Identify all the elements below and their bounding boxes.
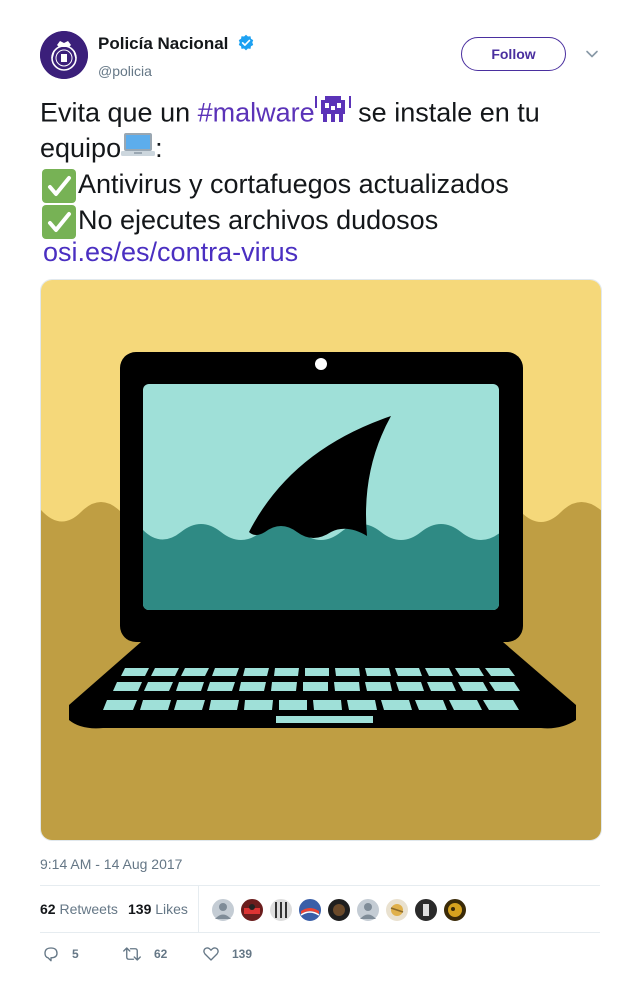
retweet-icon [123, 947, 141, 961]
like-count: 139 [232, 947, 253, 961]
avatar[interactable] [239, 897, 265, 923]
tweet-text: Evita que un #malware se instale en tu e… [40, 94, 620, 270]
tweet-line-4: No ejecutes archivos dudosos [40, 202, 620, 239]
hashtag-link[interactable]: #malware [198, 98, 315, 128]
police-crest-icon [40, 31, 88, 79]
reply-count: 5 [72, 947, 79, 961]
like-button[interactable]: 139 [202, 944, 252, 964]
display-name[interactable]: Policía Nacional [98, 35, 228, 52]
avatar[interactable] [384, 897, 410, 923]
avatar[interactable] [297, 897, 323, 923]
likes-count: 139 [128, 901, 152, 917]
tweet-actions: 5 62 139 [40, 944, 600, 964]
avatar[interactable] [413, 897, 439, 923]
space-invader-icon [314, 94, 351, 135]
avatar[interactable] [268, 897, 294, 923]
account-name-block: Policía Nacional @policia [98, 34, 255, 79]
check-mark-icon [42, 204, 76, 239]
tweet-checklist-item: No ejecutes archivos dudosos [78, 205, 439, 235]
avatar[interactable] [355, 897, 381, 923]
laptop-icon [121, 131, 156, 168]
engagement-stats: 62 Retweets 139 Likes [40, 885, 600, 933]
avatar[interactable] [442, 897, 468, 923]
url-link[interactable]: osi.es/es/contra-virus [40, 237, 298, 267]
likes-stat[interactable]: 139 Likes [128, 901, 188, 917]
tweet-line-3: Antivirus y cortafuegos actualizados [40, 166, 620, 203]
likes-label: Likes [155, 901, 188, 917]
heart-icon [203, 947, 219, 961]
retweets-count: 62 [40, 901, 56, 917]
avatar[interactable] [210, 897, 236, 923]
check-mark-icon [42, 168, 76, 203]
stats-divider [198, 886, 199, 933]
reply-icon [44, 947, 58, 962]
chevron-down-icon[interactable] [585, 47, 599, 61]
retweet-count: 62 [154, 947, 168, 961]
follow-button[interactable]: Follow [461, 37, 566, 71]
tweet-text-segment: : [155, 133, 163, 163]
verified-badge-icon [237, 34, 255, 52]
tweet-line-1: Evita que un #malware se instale en tu [40, 94, 620, 130]
reply-button[interactable]: 5 [42, 944, 79, 964]
handle[interactable]: @policia [98, 63, 255, 79]
tweet-text-segment: equipo [40, 133, 122, 163]
tweet-line-5: osi.es/es/contra-virus [40, 234, 620, 270]
laptop-shark-fin-illustration [41, 280, 601, 840]
tweet-line-2: equipo : [40, 130, 620, 166]
avatar[interactable] [326, 897, 352, 923]
retweets-stat[interactable]: 62 Retweets [40, 901, 118, 917]
tweet-media-image[interactable] [40, 279, 602, 841]
retweets-label: Retweets [59, 901, 118, 917]
tweet-header: Policía Nacional @policia Follow [40, 31, 600, 79]
retweet-button[interactable]: 62 [122, 944, 167, 964]
tweet-checklist-item: Antivirus y cortafuegos actualizados [78, 169, 509, 199]
tweet-text-segment: se instale en tu [350, 97, 540, 128]
avatar[interactable] [40, 31, 88, 79]
tweet-text-segment: Evita que un [40, 97, 198, 128]
tweet-timestamp[interactable]: 9:14 AM - 14 Aug 2017 [40, 856, 182, 872]
